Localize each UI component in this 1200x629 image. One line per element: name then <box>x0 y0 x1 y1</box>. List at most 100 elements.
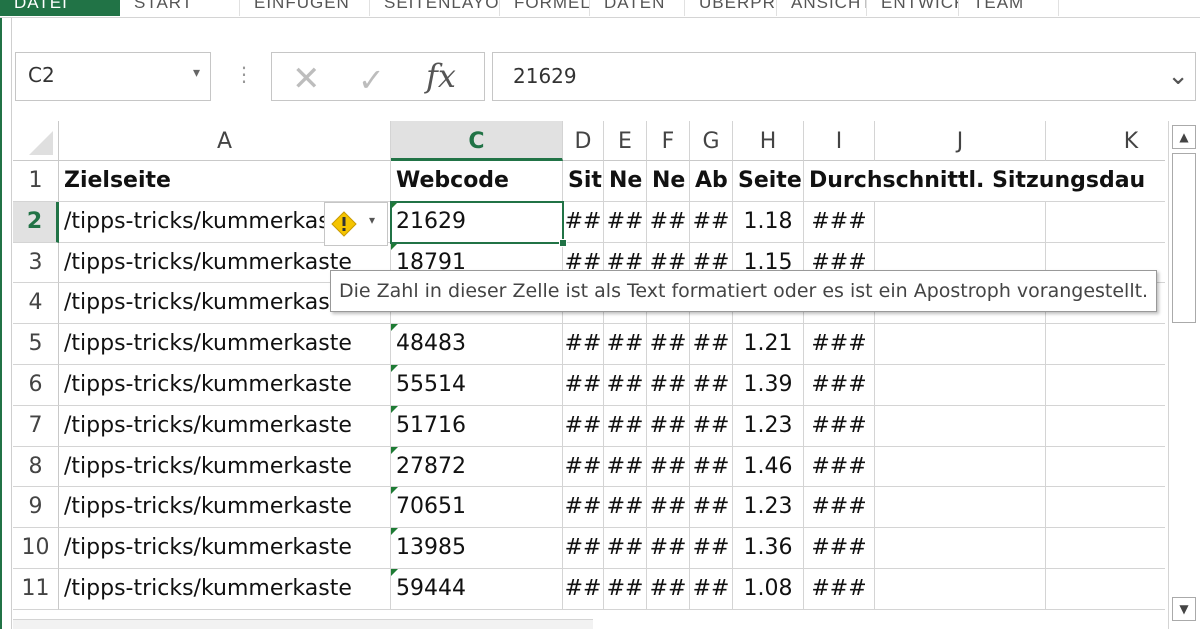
row-header[interactable]: 3 <box>13 242 59 284</box>
check-icon[interactable]: ✓ <box>358 61 385 99</box>
error-smart-tag[interactable]: ▾ <box>324 202 388 246</box>
chevron-down-icon[interactable]: ▾ <box>193 65 200 81</box>
worksheet-grid[interactable]: A C D E F G H I J K 1 2 3 4 5 6 7 8 9 10 11 Zielseite Webcode S… <box>13 121 1165 629</box>
cell-hash[interactable]: ## <box>647 365 690 406</box>
cell-empty[interactable] <box>875 365 1046 406</box>
cell-webcode[interactable]: 51716 <box>391 405 563 447</box>
header-cell-i[interactable]: Durchschnittl. Sitzungsdau <box>804 161 1165 202</box>
cell-seiten[interactable]: 1.18 <box>733 201 804 243</box>
column-header-h[interactable]: H <box>733 121 804 161</box>
grip-icon[interactable]: ⋮ <box>234 62 254 86</box>
cell-hash[interactable]: ## <box>563 528 604 569</box>
ribbon-tab[interactable]: ÜBERPRÜFEN <box>685 0 777 16</box>
cell-hash[interactable]: ## <box>604 365 647 406</box>
insert-function-button[interactable]: fx <box>426 57 456 95</box>
header-cell-f[interactable]: Ne <box>647 161 690 202</box>
ribbon-tab[interactable]: DATEI <box>0 0 120 16</box>
column-header-a[interactable]: A <box>59 121 391 161</box>
cell-hash[interactable]: ## <box>647 569 690 610</box>
cell-webcode[interactable]: 55514 <box>391 365 563 406</box>
cell-hash[interactable]: ### <box>804 405 875 447</box>
row-header[interactable]: 2 <box>13 201 59 243</box>
cell-hash[interactable]: ## <box>604 405 647 447</box>
scroll-down-icon[interactable]: ▼ <box>1172 597 1196 621</box>
select-all-button[interactable] <box>13 121 59 161</box>
cell-hash[interactable]: ## <box>690 201 733 243</box>
cell-hash[interactable]: ### <box>804 365 875 406</box>
cell-webcode[interactable]: 21629 <box>391 201 563 243</box>
row-header[interactable]: 1 <box>13 161 59 202</box>
cell-hash[interactable]: ## <box>604 487 647 529</box>
cell-zielseite[interactable]: /tipps-tricks/kummerkaste <box>59 405 391 447</box>
cell-hash[interactable]: ## <box>563 487 604 529</box>
cell-hash[interactable]: ## <box>647 487 690 529</box>
cell-hash[interactable]: ## <box>690 569 733 610</box>
cell-empty[interactable] <box>1046 406 1165 447</box>
row-header[interactable]: 8 <box>13 446 59 488</box>
cell-hash[interactable]: ### <box>804 201 875 243</box>
header-cell-g[interactable]: Ab <box>690 161 733 202</box>
cell-empty[interactable] <box>875 487 1046 529</box>
cell-empty[interactable] <box>1046 569 1165 610</box>
cell-webcode[interactable]: 48483 <box>391 324 563 365</box>
ribbon-tab[interactable]: ENTWICKLERTOOLS <box>867 0 959 16</box>
cell-webcode[interactable]: 70651 <box>391 487 563 529</box>
cell-hash[interactable]: ## <box>690 487 733 529</box>
cell-hash[interactable]: ## <box>647 405 690 447</box>
cell-hash[interactable]: ## <box>563 569 604 610</box>
cell-hash[interactable]: ## <box>604 324 647 365</box>
cell-hash[interactable]: ## <box>647 446 690 488</box>
cell-hash[interactable]: ## <box>647 528 690 569</box>
cell-empty[interactable] <box>1046 324 1165 365</box>
cell-hash[interactable]: ## <box>563 201 604 243</box>
cell-empty[interactable] <box>1046 447 1165 488</box>
cell-hash[interactable]: ## <box>647 324 690 365</box>
ribbon-tab[interactable]: START <box>120 0 240 16</box>
cell-empty[interactable] <box>875 569 1046 610</box>
cell-seiten[interactable]: 1.08 <box>733 569 804 610</box>
cell-webcode[interactable]: 27872 <box>391 446 563 488</box>
cell-hash[interactable]: ### <box>804 446 875 488</box>
cell-hash[interactable]: ## <box>690 365 733 406</box>
cell-hash[interactable]: ## <box>563 365 604 406</box>
ribbon-tab[interactable]: TEAM <box>959 0 1059 16</box>
cell-empty[interactable] <box>1046 487 1165 529</box>
cell-empty[interactable] <box>875 528 1046 569</box>
formula-input[interactable]: 21629 ⌄ <box>492 52 1196 101</box>
cell-hash[interactable]: ## <box>604 528 647 569</box>
cell-zielseite[interactable]: /tipps-tricks/kummerkaste <box>59 446 391 488</box>
cell-hash[interactable]: ## <box>604 446 647 488</box>
column-header-c[interactable]: C <box>391 121 563 161</box>
cell-empty[interactable] <box>1046 365 1165 406</box>
row-header[interactable]: 10 <box>13 528 59 569</box>
cell-hash[interactable]: ## <box>563 405 604 447</box>
cell-seiten[interactable]: 1.46 <box>733 446 804 488</box>
cell-empty[interactable] <box>875 201 1046 243</box>
column-header-k[interactable]: K <box>1046 121 1165 161</box>
ribbon-tab[interactable]: ANSICHT <box>777 0 867 16</box>
cell-hash[interactable]: ## <box>690 446 733 488</box>
row-header[interactable]: 4 <box>13 283 59 325</box>
cell-hash[interactable]: ## <box>604 569 647 610</box>
chevron-down-icon[interactable]: ▾ <box>369 213 375 227</box>
scroll-thumb[interactable] <box>1172 153 1196 323</box>
ribbon-tab[interactable]: FORMELN <box>500 0 590 16</box>
cell-hash[interactable]: ### <box>804 324 875 365</box>
cell-hash[interactable]: ## <box>690 528 733 569</box>
name-box[interactable]: C2 ▾ <box>15 52 211 101</box>
column-header-d[interactable]: D <box>563 121 604 161</box>
row-header[interactable]: 9 <box>13 487 59 529</box>
cell-empty[interactable] <box>875 405 1046 447</box>
cell-hash[interactable]: ## <box>604 201 647 243</box>
cell-zielseite[interactable]: /tipps-tricks/kummerkaste <box>59 324 391 365</box>
row-header[interactable]: 6 <box>13 365 59 406</box>
row-header[interactable]: 11 <box>13 569 59 610</box>
expand-formula-bar-icon[interactable]: ⌄ <box>1167 61 1189 91</box>
scroll-up-icon[interactable]: ▲ <box>1172 125 1196 149</box>
ribbon-tab[interactable]: DATEN <box>590 0 685 16</box>
column-header-g[interactable]: G <box>690 121 733 161</box>
header-cell-c[interactable]: Webcode <box>391 161 563 202</box>
column-header-e[interactable]: E <box>604 121 647 161</box>
cell-hash[interactable]: ## <box>690 324 733 365</box>
cell-seiten[interactable]: 1.21 <box>733 324 804 365</box>
